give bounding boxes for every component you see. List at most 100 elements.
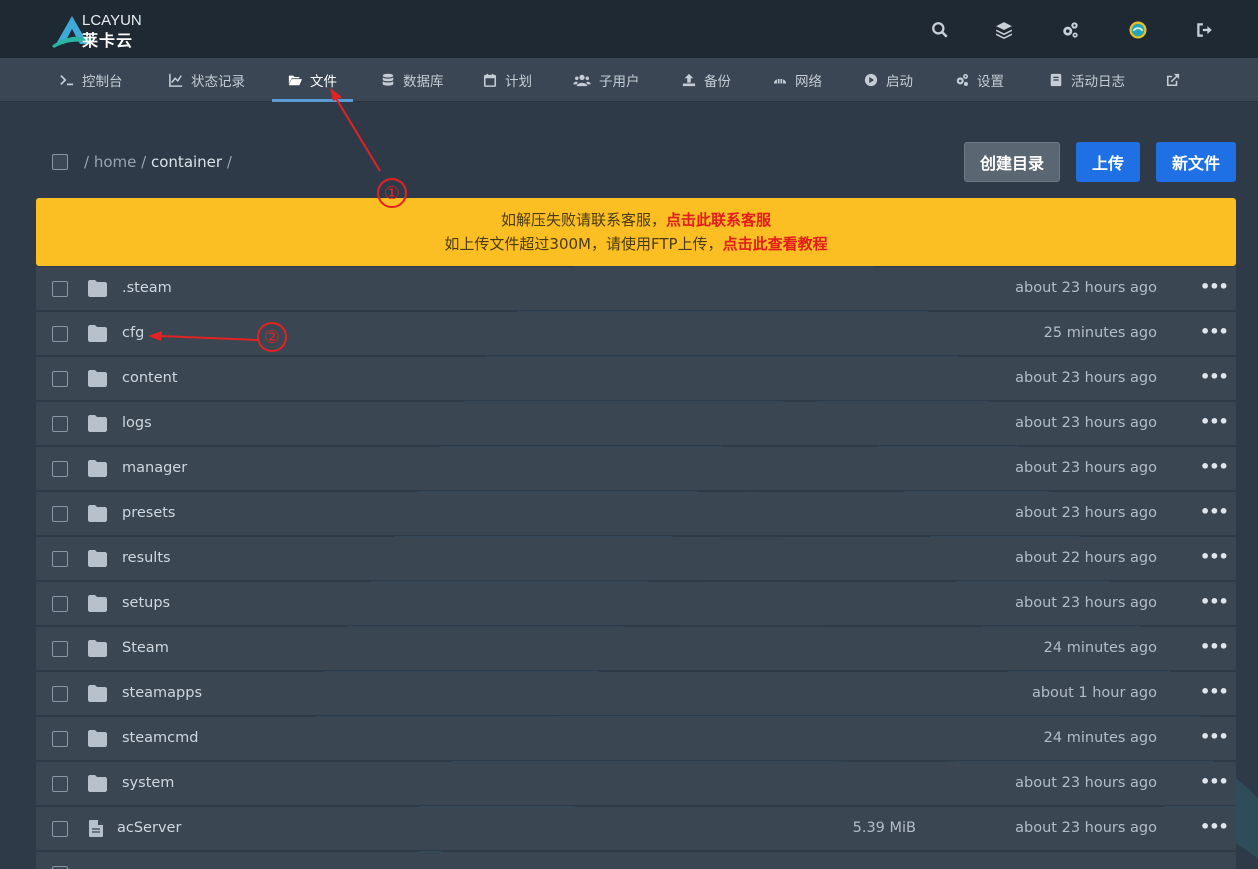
breadcrumb-home[interactable]: home <box>94 153 137 171</box>
avatar-icon[interactable] <box>1127 19 1149 41</box>
nav-backup[interactable]: 备份 <box>681 58 731 102</box>
row-checkbox[interactable] <box>52 551 68 567</box>
nav-subusers[interactable]: 子用户 <box>572 58 640 102</box>
row-menu-icon[interactable]: ••• <box>1200 727 1229 749</box>
table-row[interactable]: cfg 25 minutes ago ••• <box>36 312 1236 356</box>
nav-activity-log[interactable]: 活动日志 <box>1048 58 1125 102</box>
table-row[interactable]: steamapps about 1 hour ago ••• <box>36 672 1236 716</box>
table-row[interactable]: steamcmd 24 minutes ago ••• <box>36 717 1236 761</box>
row-checkbox[interactable] <box>52 821 68 837</box>
network-icon <box>772 73 787 88</box>
table-row[interactable]: presets about 23 hours ago ••• <box>36 492 1236 536</box>
folder-icon <box>88 775 107 792</box>
file-name[interactable]: setups <box>122 595 170 611</box>
row-menu-icon[interactable]: ••• <box>1200 592 1229 614</box>
row-menu-icon[interactable]: ••• <box>1200 277 1229 299</box>
cogs-icon <box>954 73 969 88</box>
row-checkbox[interactable] <box>52 506 68 522</box>
file-modified: about 23 hours ago <box>1015 775 1157 791</box>
chart-icon <box>168 73 183 88</box>
file-name[interactable]: manager <box>122 460 187 476</box>
row-menu-icon[interactable]: ••• <box>1200 367 1229 389</box>
file-name[interactable]: content <box>122 370 178 386</box>
row-menu-icon[interactable]: ••• <box>1200 322 1229 344</box>
nav-schedule[interactable]: 计划 <box>482 58 532 102</box>
contact-support-link[interactable]: 点击此联系客服 <box>666 211 771 229</box>
new-file-button[interactable]: 新文件 <box>1156 142 1236 182</box>
row-checkbox[interactable] <box>52 326 68 342</box>
search-icon[interactable] <box>929 19 951 41</box>
nav-network-label: 网络 <box>795 74 822 90</box>
logout-icon[interactable] <box>1193 19 1215 41</box>
select-all-checkbox[interactable] <box>52 154 68 170</box>
file-name[interactable]: system <box>122 775 174 791</box>
file-name[interactable]: steamapps <box>122 685 202 701</box>
file-name[interactable]: Steam <box>122 640 169 656</box>
row-checkbox[interactable] <box>52 776 68 792</box>
nav-status-log[interactable]: 状态记录 <box>168 58 245 102</box>
nav-database-label: 数据库 <box>403 74 444 90</box>
row-menu-icon[interactable]: ••• <box>1200 412 1229 434</box>
file-name[interactable]: results <box>122 550 171 566</box>
nav-startup[interactable]: 启动 <box>863 58 913 102</box>
table-row[interactable]: setups about 23 hours ago ••• <box>36 582 1236 626</box>
table-row[interactable]: acServer 5.39 MiB about 23 hours ago ••• <box>36 807 1236 851</box>
row-menu-icon[interactable]: ••• <box>1200 547 1229 569</box>
row-menu-icon[interactable]: ••• <box>1200 682 1229 704</box>
row-menu-icon[interactable]: ••• <box>1200 817 1229 839</box>
file-modified: about 23 hours ago <box>1015 415 1157 431</box>
top-header: LCAYUN 莱卡云 <box>0 0 1258 58</box>
row-menu-icon[interactable]: ••• <box>1200 457 1229 479</box>
cogs-icon[interactable] <box>1059 19 1081 41</box>
tutorial-link[interactable]: 点击此查看教程 <box>723 235 828 253</box>
file-name[interactable]: logs <box>122 415 152 431</box>
calendar-icon <box>482 73 497 88</box>
layers-icon[interactable] <box>993 19 1015 41</box>
folder-icon <box>88 550 107 567</box>
table-row[interactable]: content about 23 hours ago ••• <box>36 357 1236 401</box>
table-row[interactable]: results about 22 hours ago ••• <box>36 537 1236 581</box>
breadcrumb-current[interactable]: container <box>151 153 222 171</box>
table-row[interactable]: .steam about 23 hours ago ••• <box>36 267 1236 311</box>
row-menu-icon[interactable]: ••• <box>1200 637 1229 659</box>
notice-text-2: 如上传文件超过300M，请使用FTP上传， <box>444 235 723 253</box>
row-menu-icon[interactable]: ••• <box>1200 502 1229 524</box>
nav-settings[interactable]: 设置 <box>954 58 1004 102</box>
create-directory-button[interactable]: 创建目录 <box>964 142 1060 182</box>
external-link-icon <box>1165 73 1180 88</box>
row-checkbox[interactable] <box>52 281 68 297</box>
row-checkbox[interactable] <box>52 686 68 702</box>
row-checkbox[interactable] <box>52 596 68 612</box>
nav-external-link[interactable] <box>1165 58 1188 102</box>
file-modified: about 23 hours ago <box>1015 280 1157 296</box>
notice-banner: 如解压失败请联系客服，点击此联系客服 如上传文件超过300M，请使用FTP上传，… <box>36 198 1236 266</box>
table-row[interactable]: logs about 23 hours ago ••• <box>36 402 1236 446</box>
nav-files[interactable]: 文件 <box>272 58 353 102</box>
file-name[interactable]: presets <box>122 505 175 521</box>
folder-icon <box>88 415 107 432</box>
file-name[interactable]: acServer <box>117 820 181 836</box>
file-name[interactable]: .steam <box>122 280 172 296</box>
nav-console[interactable]: 控制台 <box>59 58 123 102</box>
file-name[interactable]: steamcmd <box>122 730 198 746</box>
file-name[interactable]: cfg <box>122 325 144 341</box>
notice-line-2: 如上传文件超过300M，请使用FTP上传，点击此查看教程 <box>36 232 1236 256</box>
users-icon <box>572 73 591 88</box>
row-checkbox[interactable] <box>52 371 68 387</box>
file-modified: about 22 hours ago <box>1015 550 1157 566</box>
nav-files-label: 文件 <box>310 74 337 90</box>
row-checkbox[interactable] <box>52 416 68 432</box>
folder-icon <box>88 595 107 612</box>
row-checkbox[interactable] <box>52 461 68 477</box>
brand-logo[interactable]: LCAYUN 莱卡云 <box>52 12 192 50</box>
upload-button[interactable]: 上传 <box>1076 142 1140 182</box>
table-row[interactable]: manager about 23 hours ago ••• <box>36 447 1236 491</box>
row-checkbox[interactable] <box>52 731 68 747</box>
row-checkbox[interactable] <box>52 641 68 657</box>
table-row[interactable]: system about 23 hours ago ••• <box>36 762 1236 806</box>
nav-database[interactable]: 数据库 <box>380 58 444 102</box>
table-row[interactable]: Steam 24 minutes ago ••• <box>36 627 1236 671</box>
breadcrumb-separator: / <box>84 153 90 171</box>
row-menu-icon[interactable]: ••• <box>1200 772 1229 794</box>
nav-network[interactable]: 网络 <box>772 58 822 102</box>
